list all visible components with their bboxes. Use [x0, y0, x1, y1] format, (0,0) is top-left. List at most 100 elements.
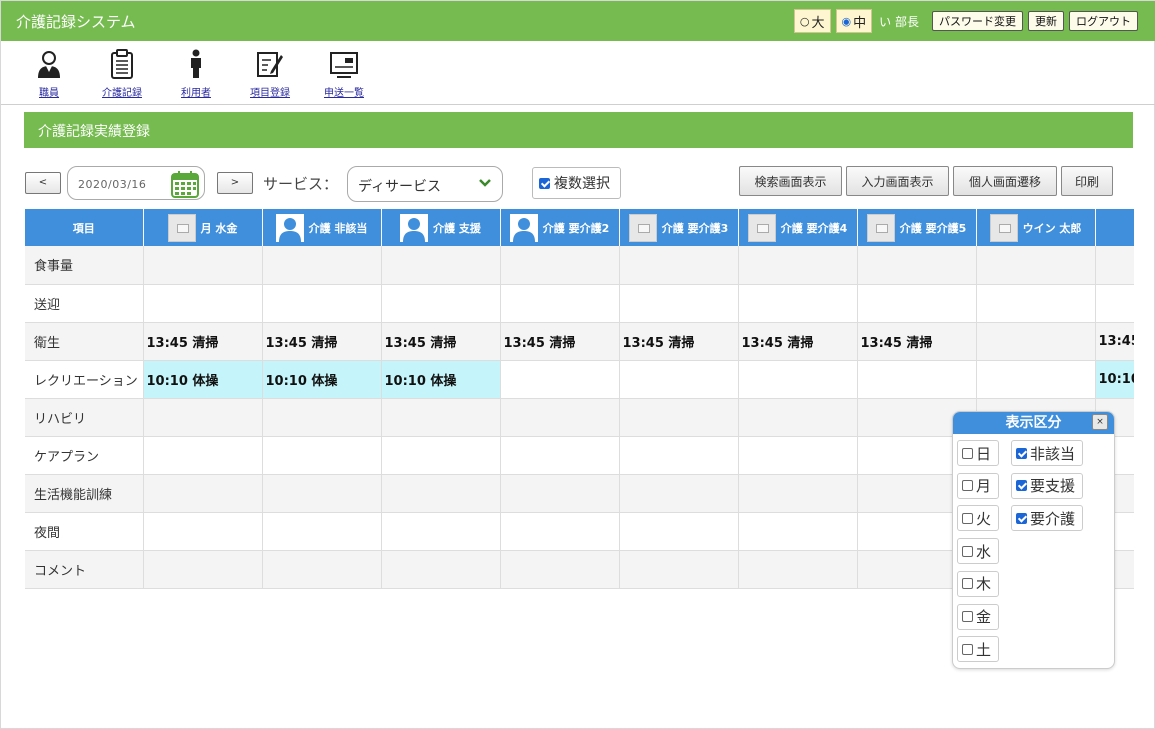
- record-cell[interactable]: 13:45 清掃: [143, 322, 263, 361]
- record-cell[interactable]: [262, 550, 382, 589]
- record-cell[interactable]: [738, 550, 858, 589]
- record-cell[interactable]: [619, 360, 739, 399]
- record-cell[interactable]: 10:10 体操: [381, 360, 501, 399]
- record-cell[interactable]: [500, 550, 620, 589]
- record-cell[interactable]: 13:45 清掃: [738, 322, 858, 361]
- record-cell[interactable]: [143, 512, 263, 551]
- record-cell[interactable]: [738, 246, 858, 285]
- nav-item-users[interactable]: 利用者: [166, 49, 226, 99]
- resident-column-header[interactable]: [1095, 209, 1134, 246]
- record-cell[interactable]: [619, 284, 739, 323]
- personal-view-button[interactable]: 個人画面遷移: [953, 166, 1057, 196]
- record-cell[interactable]: [619, 246, 739, 285]
- record-cell[interactable]: [619, 436, 739, 475]
- nav-item-handover-list[interactable]: 申送一覧: [314, 49, 374, 99]
- filter-chip[interactable]: 日: [957, 440, 999, 466]
- record-cell[interactable]: [500, 398, 620, 437]
- record-cell[interactable]: [143, 246, 263, 285]
- record-cell[interactable]: [619, 512, 739, 551]
- record-cell[interactable]: [381, 398, 501, 437]
- resident-column-header[interactable]: 介護 要介護5: [857, 209, 977, 246]
- resident-column-header[interactable]: 介護 支援: [381, 209, 501, 246]
- record-cell[interactable]: [738, 474, 858, 513]
- record-cell[interactable]: [976, 284, 1096, 323]
- record-cell[interactable]: [1095, 284, 1134, 323]
- font-size-large-option[interactable]: ○ 大: [793, 9, 831, 33]
- record-cell[interactable]: [262, 512, 382, 551]
- record-cell[interactable]: [857, 284, 977, 323]
- calendar-icon[interactable]: [170, 169, 200, 199]
- record-cell[interactable]: [143, 398, 263, 437]
- record-cell[interactable]: [619, 550, 739, 589]
- record-cell[interactable]: [500, 474, 620, 513]
- logout-button[interactable]: ログアウト: [1069, 11, 1138, 31]
- record-cell[interactable]: [1095, 246, 1134, 285]
- date-input[interactable]: 2020/03/16: [67, 166, 205, 200]
- filter-chip[interactable]: 金: [957, 603, 999, 630]
- nav-item-care-record[interactable]: 介護記録: [92, 49, 152, 99]
- record-cell[interactable]: [500, 246, 620, 285]
- nav-item-staff[interactable]: 職員: [19, 49, 79, 99]
- record-cell[interactable]: [500, 284, 620, 323]
- record-cell[interactable]: 13:45 清掃: [262, 322, 382, 361]
- record-cell[interactable]: 10:10 体操: [262, 360, 382, 399]
- filter-chip[interactable]: 非該当: [1011, 440, 1083, 466]
- print-button[interactable]: 印刷: [1061, 166, 1113, 196]
- resident-column-header[interactable]: 介護 非該当: [262, 209, 382, 246]
- service-select[interactable]: ディサービス: [347, 166, 503, 202]
- record-cell[interactable]: [619, 474, 739, 513]
- close-icon[interactable]: ×: [1092, 414, 1108, 430]
- record-cell[interactable]: [381, 436, 501, 475]
- record-cell[interactable]: [381, 474, 501, 513]
- record-cell[interactable]: 10:10 体操: [143, 360, 263, 399]
- filter-chip[interactable]: 火: [957, 505, 999, 532]
- record-cell[interactable]: [381, 284, 501, 323]
- font-size-medium-option[interactable]: ◉ 中: [835, 9, 873, 33]
- record-cell[interactable]: [738, 512, 858, 551]
- search-view-button[interactable]: 検索画面表示: [739, 166, 842, 196]
- filter-chip[interactable]: 要介護: [1011, 505, 1083, 532]
- record-cell[interactable]: [857, 246, 977, 285]
- record-cell[interactable]: 13:45 清掃: [381, 322, 501, 361]
- record-cell[interactable]: 13:45 清掃: [857, 322, 977, 361]
- resident-column-header[interactable]: 介護 要介護2: [500, 209, 620, 246]
- record-cell[interactable]: [738, 284, 858, 323]
- record-cell[interactable]: [143, 436, 263, 475]
- record-cell[interactable]: [381, 512, 501, 551]
- record-cell[interactable]: [619, 398, 739, 437]
- resident-column-header[interactable]: 月 水金: [143, 209, 263, 246]
- record-cell[interactable]: [976, 322, 1096, 361]
- next-date-button[interactable]: >: [217, 172, 253, 194]
- input-view-button[interactable]: 入力画面表示: [846, 166, 949, 196]
- record-cell[interactable]: [262, 246, 382, 285]
- record-cell[interactable]: [857, 360, 977, 399]
- record-cell[interactable]: [976, 246, 1096, 285]
- filter-chip[interactable]: 水: [957, 538, 999, 565]
- record-cell[interactable]: 13:45: [1095, 322, 1134, 361]
- resident-column-header[interactable]: ウイン 太郎: [976, 209, 1096, 246]
- record-cell[interactable]: [738, 398, 858, 437]
- record-cell[interactable]: [381, 550, 501, 589]
- password-change-button[interactable]: パスワード変更: [932, 11, 1023, 31]
- record-cell[interactable]: [262, 436, 382, 475]
- record-cell[interactable]: 13:45 清掃: [500, 322, 620, 361]
- nav-item-item-registration[interactable]: 項目登録: [240, 49, 300, 99]
- filter-chip[interactable]: 木: [957, 570, 999, 597]
- filter-chip[interactable]: 土: [957, 636, 999, 663]
- resident-column-header[interactable]: 介護 要介護3: [619, 209, 739, 246]
- filter-chip[interactable]: 要支援: [1011, 472, 1083, 499]
- record-cell[interactable]: 10:10: [1095, 360, 1134, 399]
- record-cell[interactable]: 13:45 清掃: [619, 322, 739, 361]
- record-cell[interactable]: [143, 284, 263, 323]
- record-cell[interactable]: [262, 284, 382, 323]
- record-cell[interactable]: [738, 360, 858, 399]
- record-cell[interactable]: [500, 512, 620, 551]
- record-cell[interactable]: [500, 436, 620, 475]
- record-cell[interactable]: [976, 360, 1096, 399]
- resident-column-header[interactable]: 介護 要介護4: [738, 209, 858, 246]
- record-cell[interactable]: [143, 474, 263, 513]
- record-cell[interactable]: [143, 550, 263, 589]
- record-cell[interactable]: [738, 436, 858, 475]
- record-cell[interactable]: [500, 360, 620, 399]
- refresh-button[interactable]: 更新: [1028, 11, 1064, 31]
